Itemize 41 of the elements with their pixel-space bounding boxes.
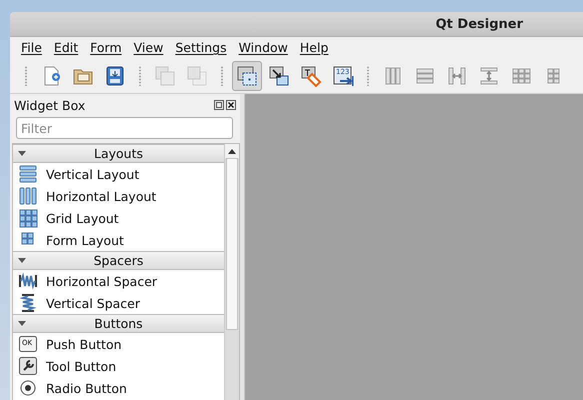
up-arrow-icon[interactable]	[228, 148, 236, 154]
widget-item[interactable]: Horizontal Spacer	[46, 274, 158, 288]
menu-item[interactable]: Window	[232, 40, 294, 55]
tag-icon	[300, 64, 322, 86]
menu-item[interactable]: Help	[294, 40, 334, 55]
save-icon	[104, 64, 126, 86]
panel-title: Widget Box	[14, 98, 86, 112]
category-header[interactable]: Spacers	[13, 251, 224, 270]
widget-item[interactable]: Tool Button	[46, 358, 116, 374]
widget-item[interactable]: Push Button	[46, 336, 122, 352]
widget-item[interactable]: Grid Layout	[46, 210, 119, 226]
stacked-squares-icon	[186, 64, 208, 86]
widget-item[interactable]: Vertical Layout	[46, 166, 140, 182]
horizontal-spring-icon	[18, 271, 38, 291]
menu-item[interactable]: Edit	[48, 40, 84, 55]
widget-item[interactable]: Radio Button	[46, 380, 127, 396]
scrollbar[interactable]	[224, 144, 239, 400]
arrow-to-box-icon	[268, 64, 290, 86]
menu-item[interactable]: View	[128, 40, 170, 55]
columns-icon	[18, 186, 38, 206]
stacked-squares-icon	[154, 64, 176, 86]
close-icon[interactable]	[226, 100, 236, 110]
vertical-spring-icon	[18, 293, 38, 313]
widget-item[interactable]: Horizontal Layout	[46, 188, 156, 204]
widget-item[interactable]: Vertical Spacer	[46, 296, 140, 310]
horizontal-arrows-icon	[446, 64, 468, 86]
filter-field[interactable]: Filter	[16, 117, 233, 139]
menu-item[interactable]: File	[15, 40, 48, 55]
wrench-icon	[18, 356, 38, 376]
toolbar-button[interactable]	[232, 60, 262, 90]
rows-icon	[18, 164, 38, 184]
selection-icon	[236, 64, 258, 86]
menu-item[interactable]: Settings	[169, 40, 233, 55]
float-icon[interactable]	[214, 100, 224, 110]
category-header[interactable]: Buttons	[13, 314, 224, 333]
menu-item[interactable]: Form	[84, 40, 128, 55]
window-title: Qt Designer	[436, 16, 523, 32]
grid-icon	[18, 208, 38, 228]
widget-item[interactable]: Form Layout	[46, 232, 124, 248]
category-header[interactable]: Layouts	[13, 144, 224, 163]
vertical-arrows-icon	[478, 64, 500, 86]
